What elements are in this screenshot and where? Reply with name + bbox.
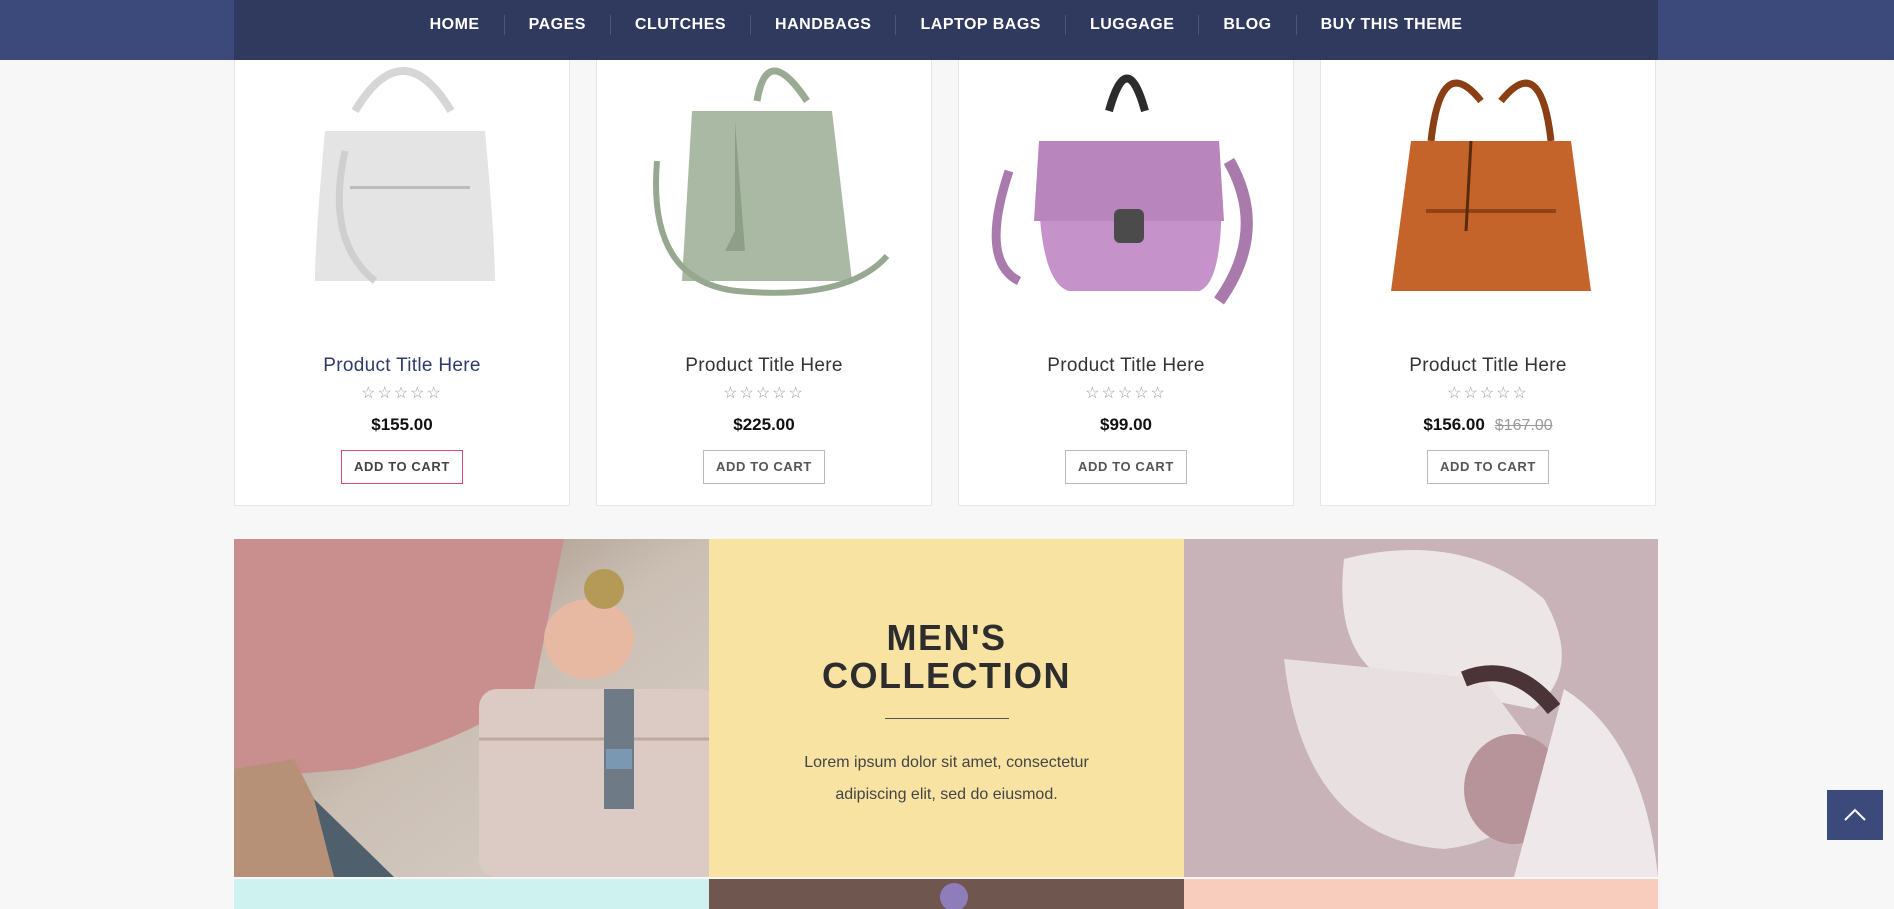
bottom-photo (709, 879, 1184, 909)
nav-item-handbags[interactable]: HANDBAGS (750, 15, 895, 35)
scroll-to-top-button[interactable] (1827, 790, 1883, 840)
add-to-cart-button[interactable]: ADD TO CART (1427, 450, 1549, 484)
product-card[interactable]: Product Title Here ☆☆☆☆☆ $225.00 ADD TO … (596, 0, 932, 506)
product-price: $155.00 (235, 415, 569, 435)
current-price: $225.00 (733, 415, 795, 434)
product-image[interactable] (255, 41, 551, 321)
product-title[interactable]: Product Title Here (1321, 355, 1655, 377)
nav-item-buy-theme[interactable]: BUY THIS THEME (1295, 15, 1487, 35)
bottom-tile-peach[interactable] (1184, 879, 1658, 909)
rating-stars: ☆☆☆☆☆ (723, 385, 805, 402)
nav-item-home[interactable]: HOME (406, 15, 504, 35)
lifestyle-photo (234, 539, 709, 877)
current-price: $156.00 (1423, 415, 1485, 434)
collection-title-line2: COLLECTION (822, 655, 1071, 696)
add-to-cart-button[interactable]: ADD TO CART (703, 450, 825, 484)
add-to-cart-button[interactable]: ADD TO CART (1065, 450, 1187, 484)
divider (885, 718, 1009, 719)
rating-stars: ☆☆☆☆☆ (361, 385, 443, 402)
product-price: $156.00 $167.00 (1321, 415, 1655, 435)
collection-description: Lorem ipsum dolor sit amet, consectetur … (804, 754, 1089, 803)
product-image[interactable] (1341, 41, 1637, 321)
product-title[interactable]: Product Title Here (959, 355, 1293, 377)
product-image[interactable] (979, 41, 1275, 321)
collection-title: MEN'S COLLECTION (709, 619, 1184, 695)
nav-item-blog[interactable]: BLOG (1198, 15, 1295, 35)
nav-item-pages[interactable]: PAGES (503, 15, 610, 35)
nav-item-luggage[interactable]: LUGGAGE (1064, 15, 1198, 35)
product-card[interactable]: Product Title Here ☆☆☆☆☆ $156.00 $167.00 … (1320, 0, 1656, 506)
collection-title-line1: MEN'S (886, 617, 1007, 658)
nav-item-clutches[interactable]: CLUTCHES (609, 15, 750, 35)
kid-photo (1184, 539, 1658, 877)
product-card[interactable]: Product Title Here ☆☆☆☆☆ $99.00 ADD TO C… (958, 0, 1294, 506)
product-title[interactable]: Product Title Here (235, 355, 569, 377)
bottom-tile-photo[interactable] (709, 879, 1184, 909)
nav-item-laptop-bags[interactable]: LAPTOP BAGS (895, 15, 1064, 35)
product-price: $225.00 (597, 415, 931, 435)
add-to-cart-button[interactable]: ADD TO CART (341, 450, 463, 484)
product-image[interactable] (617, 41, 913, 321)
product-price: $99.00 (959, 415, 1293, 435)
main-menu: HOME PAGES CLUTCHES HANDBAGS LAPTOP BAGS… (234, 0, 1658, 60)
mens-collection-panel[interactable]: MEN'S COLLECTION Lorem ipsum dolor sit a… (709, 539, 1184, 877)
old-price: $167.00 (1494, 417, 1553, 434)
product-title[interactable]: Product Title Here (597, 355, 931, 377)
rating-stars: ☆☆☆☆☆ (1085, 385, 1167, 402)
rating-stars: ☆☆☆☆☆ (1447, 385, 1529, 402)
handbag-lifestyle-image[interactable] (234, 539, 709, 877)
current-price: $155.00 (371, 415, 433, 434)
current-price: $99.00 (1100, 415, 1152, 434)
kid-cap-image[interactable] (1184, 539, 1658, 877)
chevron-up-icon (1844, 808, 1866, 821)
product-card[interactable]: Product Title Here ☆☆☆☆☆ $155.00 ADD TO … (234, 0, 570, 506)
bottom-tile-mint[interactable] (234, 879, 709, 909)
top-navigation-bar: HOME PAGES CLUTCHES HANDBAGS LAPTOP BAGS… (0, 0, 1894, 60)
